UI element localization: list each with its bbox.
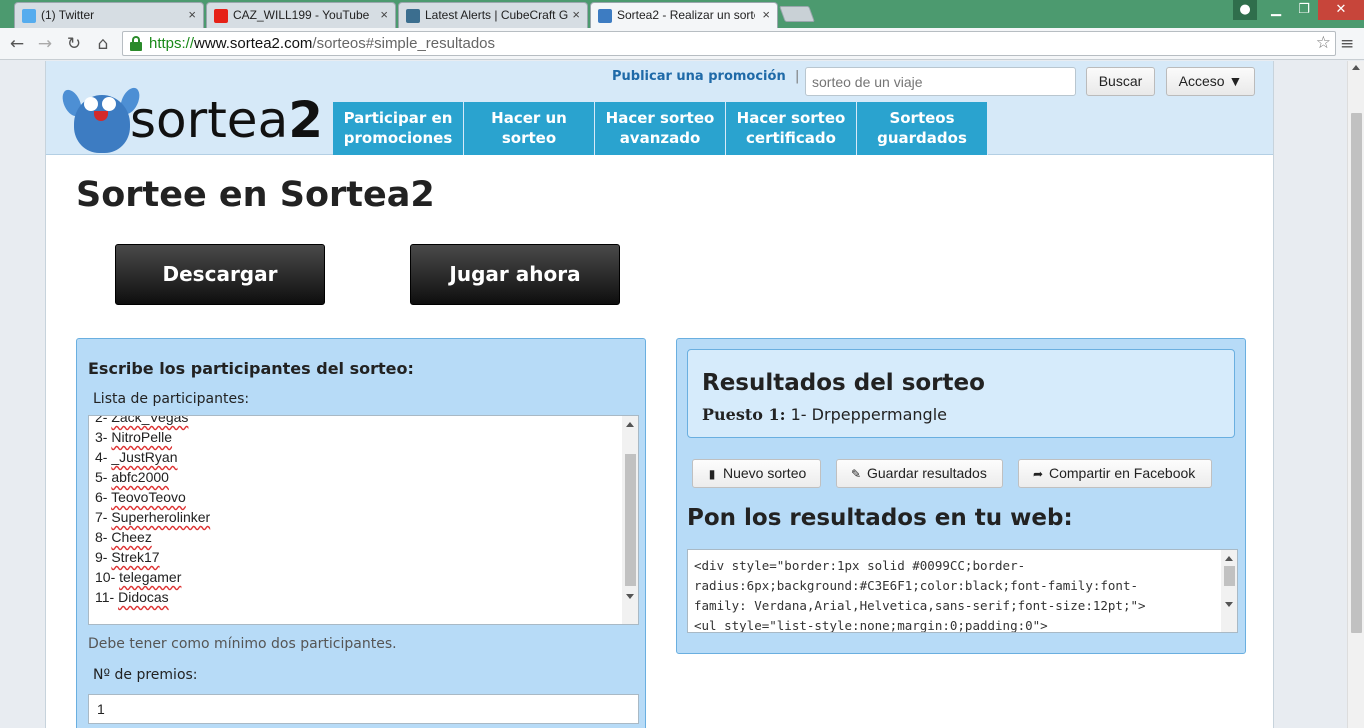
participants-heading: Escribe los participantes del sorteo: bbox=[88, 359, 414, 378]
buscar-button[interactable]: Buscar bbox=[1086, 67, 1155, 96]
page-content: sortea2 Publicar una promoción | Buscar … bbox=[45, 61, 1274, 728]
participant-item: 9- Strek17 bbox=[95, 549, 160, 565]
window-close-icon[interactable]: ✕ bbox=[1318, 0, 1364, 20]
browser-toolbar: ← → ↻ ⌂ https://www.sortea2.com/sorteos#… bbox=[0, 28, 1364, 60]
participant-item: 2- Zack_Vegas bbox=[95, 415, 189, 425]
minimize-icon[interactable]: ▁ bbox=[1263, 0, 1289, 20]
participants-list: 2- Zack_Vegas 3- NitroPelle 4- _JustRyan 5-… bbox=[95, 415, 211, 607]
edit-icon: ✎ bbox=[850, 467, 862, 481]
page-title: Sortee en Sortea2 bbox=[76, 175, 435, 215]
participant-item: 8- Cheez bbox=[95, 529, 152, 545]
nav-sorteos-guardados[interactable]: Sorteos guardados bbox=[857, 102, 988, 155]
embed-title: Pon los resultados en tu web: bbox=[687, 505, 1073, 531]
browser-tab-bar: (1) Twitter × CAZ_WILL199 - YouTube × La… bbox=[0, 0, 1364, 29]
jugar-ahora-button[interactable]: Jugar ahora bbox=[410, 244, 620, 305]
twitter-icon bbox=[22, 9, 36, 23]
result-puesto-1: Puesto 1: 1- Drpeppermangle bbox=[702, 405, 947, 424]
textarea-scrollbar[interactable] bbox=[622, 416, 638, 624]
site-header: sortea2 Publicar una promoción | Buscar … bbox=[46, 61, 1273, 155]
tab-title: Latest Alerts | CubeCraft G bbox=[425, 8, 569, 22]
participant-item: 3- NitroPelle bbox=[95, 429, 173, 445]
acceso-button[interactable]: Acceso ▼ bbox=[1166, 67, 1255, 96]
close-icon[interactable]: × bbox=[380, 7, 388, 22]
code-line: <ul style="list-style:none;margin:0;padd… bbox=[694, 618, 1048, 633]
home-icon[interactable]: ⌂ bbox=[92, 33, 114, 55]
lock-icon bbox=[129, 36, 143, 51]
tab-title: CAZ_WILL199 - YouTube bbox=[233, 8, 370, 22]
nav-participar[interactable]: Participar en promociones bbox=[333, 102, 464, 155]
publicar-promocion-link[interactable]: Publicar una promoción bbox=[612, 69, 786, 84]
separator: | bbox=[795, 69, 800, 84]
logo-text: sortea2 bbox=[130, 91, 323, 149]
user-icon[interactable]: ● bbox=[1233, 0, 1257, 20]
scroll-thumb bbox=[1351, 113, 1362, 633]
scroll-up-icon bbox=[1352, 65, 1360, 70]
sortea2-icon bbox=[598, 9, 612, 23]
close-icon[interactable]: × bbox=[762, 7, 770, 22]
share-icon: ➦ bbox=[1032, 467, 1044, 481]
code-line: <div style="border:1px solid #0099CC;bor… bbox=[694, 558, 1026, 573]
scroll-up-icon bbox=[626, 422, 634, 427]
participants-panel: Escribe los participantes del sorteo: Li… bbox=[76, 338, 646, 728]
scroll-down-icon bbox=[1225, 602, 1233, 607]
code-line: radius:6px;background:#C3E6F1;color:blac… bbox=[694, 578, 1139, 593]
menu-icon[interactable]: ≡ bbox=[1340, 34, 1358, 54]
participant-item: 4- _JustRyan bbox=[95, 449, 178, 465]
premios-label: Nº de premios: bbox=[93, 667, 198, 683]
participant-item: 5- abfc2000 bbox=[95, 469, 169, 485]
embed-code-textarea[interactable]: <div style="border:1px solid #0099CC;bor… bbox=[687, 549, 1238, 633]
descargar-button[interactable]: Descargar bbox=[115, 244, 325, 305]
participants-textarea[interactable]: 2- Zack_Vegas 3- NitroPelle 4- _JustRyan 5-… bbox=[88, 415, 639, 625]
sortea2-logo[interactable]: sortea2 bbox=[58, 81, 323, 155]
nuevo-sorteo-button[interactable]: ▮ Nuevo sorteo bbox=[692, 459, 821, 488]
bookmark-star-icon[interactable]: ☆ bbox=[1316, 33, 1331, 53]
document-icon: ▮ bbox=[708, 467, 716, 481]
forward-icon[interactable]: → bbox=[34, 33, 56, 55]
code-scrollbar[interactable] bbox=[1221, 550, 1237, 632]
participant-item: 10- telegamer bbox=[95, 569, 182, 585]
code-line: family: Verdana,Arial,Helvetica,sans-ser… bbox=[694, 598, 1146, 613]
tab-title: (1) Twitter bbox=[41, 8, 95, 22]
mascot-eye bbox=[84, 97, 98, 111]
tab-youtube[interactable]: CAZ_WILL199 - YouTube × bbox=[206, 2, 396, 28]
tab-sortea2[interactable]: Sortea2 - Realizar un sorte × bbox=[590, 2, 778, 29]
youtube-icon bbox=[214, 9, 228, 23]
premios-input[interactable]: 1 bbox=[88, 694, 639, 724]
reload-icon[interactable]: ↻ bbox=[63, 33, 85, 55]
participant-item: 6- TeovoTeovo bbox=[95, 489, 186, 505]
tab-title: Sortea2 - Realizar un sorte bbox=[617, 8, 755, 22]
close-icon[interactable]: × bbox=[572, 7, 580, 22]
min-participants-hint: Debe tener como mínimo dos participantes… bbox=[88, 636, 397, 652]
new-tab-button[interactable] bbox=[779, 6, 815, 22]
scroll-thumb bbox=[625, 454, 636, 586]
address-bar[interactable]: https://www.sortea2.com/sorteos#simple_r… bbox=[122, 31, 1336, 56]
participant-item: 7- Superherolinker bbox=[95, 509, 211, 525]
scroll-thumb bbox=[1224, 566, 1235, 586]
scroll-up-icon bbox=[1225, 556, 1233, 561]
results-box: Resultados del sorteo Puesto 1: 1- Drpep… bbox=[687, 349, 1235, 438]
close-icon[interactable]: × bbox=[188, 7, 196, 22]
list-label: Lista de participantes: bbox=[93, 391, 250, 407]
cube-icon bbox=[406, 9, 420, 23]
participant-item: 11- Didocas bbox=[95, 589, 169, 605]
search-input[interactable] bbox=[805, 67, 1076, 96]
nav-sorteo-certificado[interactable]: Hacer sorteo certificado bbox=[726, 102, 857, 155]
results-title: Resultados del sorteo bbox=[702, 370, 985, 396]
nav-hacer-sorteo[interactable]: Hacer un sorteo bbox=[464, 102, 595, 155]
scroll-down-icon bbox=[626, 594, 634, 599]
tab-twitter[interactable]: (1) Twitter × bbox=[14, 2, 204, 28]
compartir-facebook-button[interactable]: ➦ Compartir en Facebook bbox=[1018, 459, 1212, 488]
tab-cubecraft[interactable]: Latest Alerts | CubeCraft G × bbox=[398, 2, 588, 28]
guardar-resultados-button[interactable]: ✎ Guardar resultados bbox=[836, 459, 1003, 488]
back-icon[interactable]: ← bbox=[6, 33, 28, 55]
embed-code: <div style="border:1px solid #0099CC;bor… bbox=[694, 556, 1216, 633]
main-nav: Participar en promociones Hacer un sorteo … bbox=[333, 102, 988, 155]
page-viewport: sortea2 Publicar una promoción | Buscar … bbox=[0, 61, 1347, 728]
mascot-eye bbox=[102, 97, 116, 111]
nav-sorteo-avanzado[interactable]: Hacer sorteo avanzado bbox=[595, 102, 726, 155]
restore-icon[interactable]: ❐ bbox=[1291, 0, 1317, 20]
url-text: https://www.sortea2.com/sorteos#simple_r… bbox=[149, 35, 495, 52]
results-panel: Resultados del sorteo Puesto 1: 1- Drpep… bbox=[676, 338, 1246, 654]
page-scrollbar[interactable] bbox=[1347, 61, 1364, 728]
